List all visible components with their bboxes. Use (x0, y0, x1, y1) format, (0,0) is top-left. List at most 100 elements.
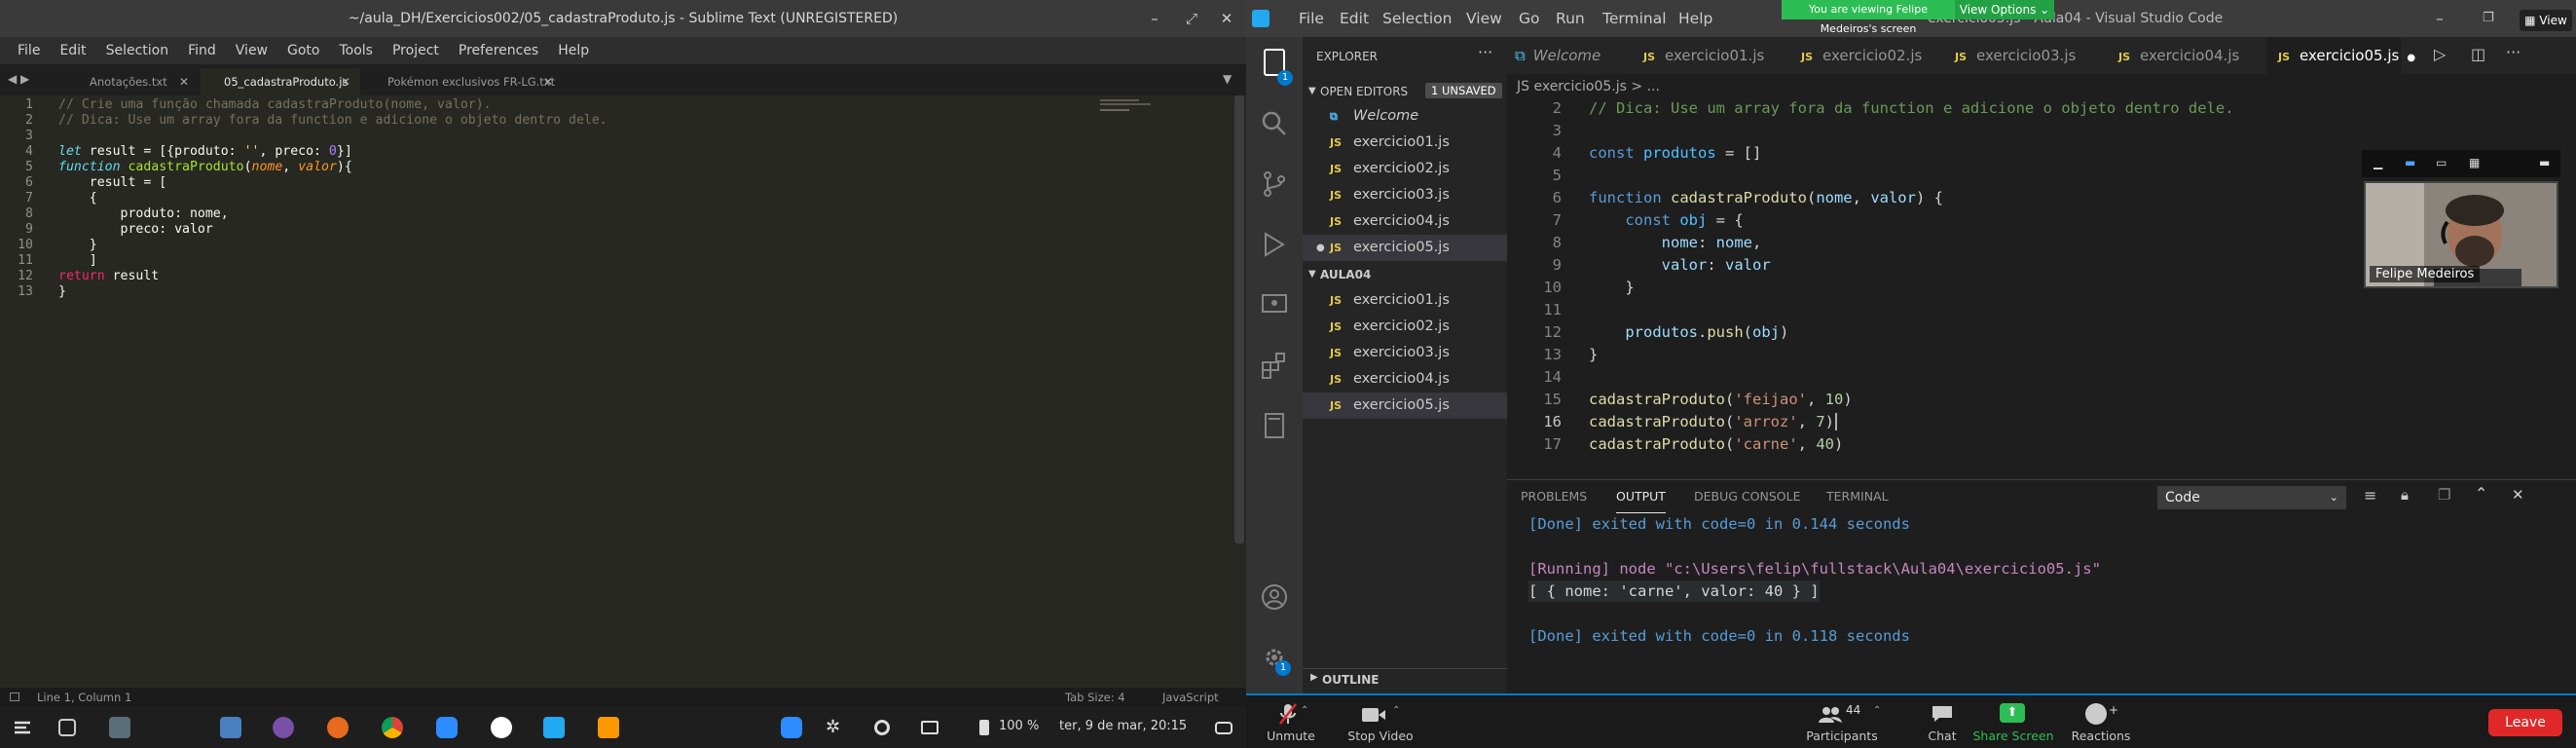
panel-toggle-icon[interactable] (10, 692, 19, 701)
open-log-icon[interactable]: ❐ (2438, 486, 2450, 504)
menu-file[interactable]: File (8, 43, 50, 58)
menu-find[interactable]: Find (178, 43, 226, 58)
open-editors-header[interactable]: OPEN EDITORS (1320, 80, 1408, 103)
clock[interactable]: ter, 9 de mar, 20:15 (1059, 719, 1187, 733)
sublime-icon[interactable] (598, 717, 619, 738)
split-editor-icon[interactable]: ◫ (2471, 45, 2485, 63)
open-editor-exercicio02[interactable]: JS exercicio02.js (1303, 156, 1507, 182)
more-actions-icon[interactable]: ··· (1478, 43, 1492, 61)
open-editor-exercicio04[interactable]: JS exercicio04.js (1303, 208, 1507, 235)
source-control-icon[interactable] (1260, 169, 1289, 199)
menu-selection[interactable]: Selection (96, 43, 179, 58)
folder-header[interactable]: AULA04 (1320, 263, 1371, 286)
folder-file-exercicio04[interactable]: JS exercicio04.js (1303, 366, 1507, 393)
menu-view[interactable]: View (226, 43, 277, 58)
share-screen-button[interactable]: Share Screen (1967, 729, 2060, 743)
reactions-smiley-icon[interactable] (2085, 703, 2107, 725)
menu-tools[interactable]: Tools (329, 43, 383, 58)
minimize-video-icon[interactable]: ▁ (2374, 156, 2382, 169)
chevron-right-icon[interactable]: ▶ (1310, 672, 1318, 683)
folder-file-exercicio03[interactable]: JS exercicio03.js (1303, 340, 1507, 366)
status-tray-icon[interactable] (874, 720, 890, 735)
tab-exercicio01[interactable]: JS exercicio01.js (1643, 37, 1764, 74)
tab-debug-console[interactable]: DEBUG CONSOLE (1694, 480, 1800, 513)
zoom-view-button[interactable]: ▦ View (2520, 10, 2572, 31)
tab-exercicio02[interactable]: JS exercicio02.js (1801, 37, 1922, 74)
tab-exercicio05[interactable]: JS exercicio05.js ● (2266, 37, 2415, 74)
folder-file-exercicio01[interactable]: JS exercicio01.js (1303, 287, 1507, 314)
open-editor-exercicio01[interactable]: JS exercicio01.js (1303, 130, 1507, 156)
unsaved-dot-icon[interactable]: ● (2407, 53, 2415, 63)
tab-problems[interactable]: PROBLEMS (1521, 480, 1587, 513)
tab-welcome[interactable]: ⧉ Welcome (1507, 37, 1620, 74)
more-actions-icon[interactable]: ··· (2506, 43, 2521, 61)
zoom-tray-icon[interactable] (781, 717, 802, 738)
stop-video-button[interactable]: Stop Video (1342, 729, 1419, 743)
chevron-up-icon[interactable]: ⌃ (1873, 705, 1881, 716)
close-icon[interactable]: ✕ (341, 68, 350, 95)
menu-go[interactable]: Go (1519, 0, 1540, 37)
discord-icon[interactable] (273, 717, 294, 738)
microphone-muted-icon[interactable] (1279, 703, 1297, 725)
tab-pokemon[interactable]: Pokémon exclusivos FR-LG.txt ✕ (362, 68, 563, 95)
firefox-icon[interactable] (327, 717, 349, 738)
sublime-editor[interactable]: 1 2 3 4 5 6 7 8 9 10 11 12 13 // Crie um… (0, 95, 1232, 688)
maximize-panel-icon[interactable]: ⌃ (2475, 484, 2487, 503)
gallery-view-icon[interactable]: ▭ (2436, 156, 2447, 169)
search-icon[interactable] (1260, 109, 1289, 138)
menu-help[interactable]: Help (548, 43, 599, 58)
minimize-button[interactable]: – (1135, 0, 1174, 37)
restore-button[interactable]: ❐ (2483, 0, 2494, 37)
grid-view-icon[interactable]: ▦ (2469, 156, 2480, 169)
chevron-down-icon[interactable]: ▼ (1308, 86, 1316, 96)
menu-edit[interactable]: Edit (1340, 0, 1369, 37)
run-code-icon[interactable]: ▷ (2434, 45, 2446, 63)
open-editor-welcome[interactable]: ⧉ Welcome (1303, 103, 1507, 130)
remote-explorer-icon[interactable] (1260, 290, 1289, 319)
restore-button[interactable]: ⤢ (1172, 0, 1211, 37)
speaker-view-icon[interactable]: ▬ (2405, 156, 2415, 169)
tab-output[interactable]: OUTPUT (1616, 480, 1666, 513)
vertical-scrollbar[interactable] (1234, 95, 1244, 543)
run-debug-icon[interactable] (1260, 230, 1289, 259)
tab-nav-arrows-icon[interactable]: ◀ ▶ (8, 72, 29, 86)
open-editor-exercicio05[interactable]: ● JS exercicio05.js (1303, 235, 1507, 261)
tab-exercicio03[interactable]: JS exercicio03.js (1955, 37, 2076, 74)
show-desktop-icon[interactable] (58, 719, 76, 736)
video-camera-icon[interactable] (1361, 707, 1386, 723)
menu-run[interactable]: Run (1556, 0, 1585, 37)
tab-terminal[interactable]: TERMINAL (1826, 480, 1889, 513)
tab-cadastraProduto[interactable]: 05_cadastraProduto.js ✕ (201, 68, 360, 95)
clear-output-icon[interactable]: ≡ (2364, 486, 2376, 505)
reactions-button[interactable]: Reactions (2062, 729, 2140, 743)
menu-edit[interactable]: Edit (50, 43, 95, 58)
extensions-icon[interactable] (1260, 351, 1289, 380)
zoom-app-icon[interactable] (436, 717, 458, 738)
participant-video[interactable]: Felipe Medeiros (2364, 181, 2558, 288)
lock-icon[interactable]: 🔒︎ (2401, 486, 2409, 504)
folder-file-exercicio05[interactable]: JS exercicio05.js (1303, 393, 1507, 419)
close-icon[interactable]: ✕ (543, 68, 553, 95)
view-options-button[interactable]: View Options ⌄ (1955, 0, 2054, 19)
folder-file-exercicio02[interactable]: JS exercicio02.js (1303, 314, 1507, 340)
minimap[interactable] (1100, 97, 1159, 127)
participants-icon[interactable] (1819, 705, 1842, 725)
app-menu-icon[interactable] (12, 717, 33, 738)
hide-video-icon[interactable]: ▬ (2539, 156, 2550, 169)
menu-preferences[interactable]: Preferences (449, 43, 548, 58)
breadcrumb[interactable]: JS exercicio05.js > ... (1507, 76, 1660, 97)
menu-goto[interactable]: Goto (277, 43, 329, 58)
chevron-down-icon[interactable]: ▼ (1308, 269, 1316, 280)
file-manager-icon[interactable] (220, 717, 241, 738)
close-panel-icon[interactable]: ✕ (2512, 486, 2524, 504)
menu-file[interactable]: File (1299, 0, 1324, 37)
accounts-icon[interactable] (1260, 582, 1289, 612)
tab-exercicio04[interactable]: JS exercicio04.js (2118, 37, 2239, 74)
notifications-icon[interactable] (1215, 722, 1233, 734)
chrome-icon[interactable] (382, 717, 403, 738)
close-icon[interactable]: ✕ (179, 68, 189, 95)
system-settings-icon[interactable] (109, 717, 130, 738)
leave-meeting-button[interactable]: Leave (2488, 709, 2562, 736)
outline-header[interactable]: OUTLINE (1322, 668, 1379, 692)
chevron-up-icon[interactable]: ⌃ (1301, 705, 1308, 716)
